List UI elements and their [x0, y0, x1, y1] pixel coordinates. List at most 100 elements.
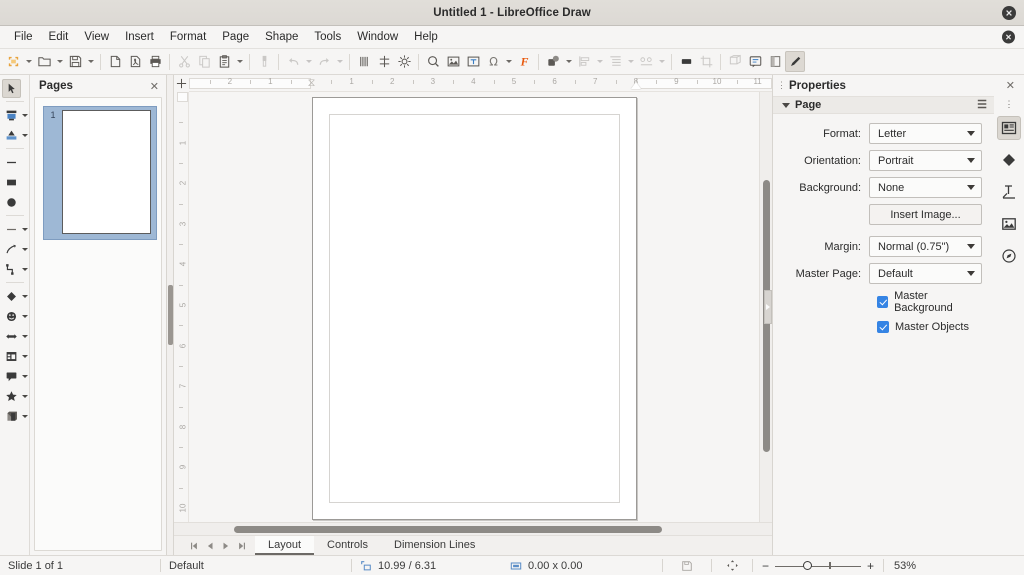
- display-grid-button[interactable]: [354, 51, 374, 72]
- viewport-split-handle[interactable]: [764, 290, 772, 324]
- page-format-dropdown[interactable]: Letter: [869, 123, 982, 144]
- crop-image-button[interactable]: [696, 51, 716, 72]
- insert-line-tool-button[interactable]: [2, 153, 21, 172]
- cut-button[interactable]: [174, 51, 194, 72]
- last-page-button[interactable]: [234, 538, 249, 554]
- next-page-button[interactable]: [218, 538, 233, 554]
- flowchart-dropdown[interactable]: [21, 347, 30, 366]
- open-file-button[interactable]: [34, 51, 54, 72]
- connectors-tool-button[interactable]: [2, 260, 21, 279]
- menu-window[interactable]: Window: [349, 28, 406, 46]
- curves-and-polygons-tool-button[interactable]: [2, 240, 21, 259]
- zoom-button[interactable]: [423, 51, 443, 72]
- master-page-dropdown[interactable]: Default: [869, 263, 982, 284]
- master-background-checkbox[interactable]: [877, 296, 888, 308]
- 3d-objects-dropdown[interactable]: [21, 407, 30, 426]
- toggle-extrusion-button[interactable]: [725, 51, 745, 72]
- callout-dropdown[interactable]: [21, 367, 30, 386]
- rectangle-tool-button[interactable]: [2, 173, 21, 192]
- insert-text-box-tool-button[interactable]: [2, 126, 21, 145]
- right-margin-indicator[interactable]: [631, 82, 641, 89]
- arrange-dropdown[interactable]: [625, 51, 636, 72]
- menu-insert[interactable]: Insert: [117, 28, 162, 46]
- zoom-level-cell[interactable]: 53%: [884, 556, 924, 575]
- insert-text-box-button[interactable]: [463, 51, 483, 72]
- ellipse-tool-button[interactable]: [2, 193, 21, 212]
- vertical-scrollbar[interactable]: [759, 92, 772, 522]
- horizontal-ruler[interactable]: 211234567891011⧖: [189, 75, 772, 92]
- shadow-button[interactable]: [676, 51, 696, 72]
- menu-view[interactable]: View: [76, 28, 117, 46]
- menu-page[interactable]: Page: [214, 28, 257, 46]
- zoom-slider-knob[interactable]: [803, 561, 812, 570]
- copy-button[interactable]: [194, 51, 214, 72]
- page-panel-header[interactable]: Page ☰: [773, 96, 994, 114]
- sidebar-settings-button[interactable]: ⋮: [1005, 100, 1014, 108]
- menu-file[interactable]: File: [6, 28, 41, 46]
- curves-dropdown[interactable]: [21, 240, 30, 259]
- panel-menu-icon[interactable]: ☰: [977, 100, 987, 110]
- open-file-dropdown[interactable]: [54, 51, 65, 72]
- 3d-objects-tool-button[interactable]: [2, 407, 21, 426]
- lines-and-arrows-tool-button[interactable]: [2, 220, 21, 239]
- clone-formatting-button[interactable]: [254, 51, 274, 72]
- redo-dropdown[interactable]: [334, 51, 345, 72]
- stars-and-banners-tool-button[interactable]: [2, 387, 21, 406]
- zoom-pan-tool-button[interactable]: [2, 106, 21, 125]
- select-tool-button[interactable]: [2, 79, 21, 98]
- save-dropdown[interactable]: [85, 51, 96, 72]
- menu-format[interactable]: Format: [162, 28, 214, 46]
- ruler-origin-button[interactable]: [174, 75, 189, 92]
- stars-dropdown[interactable]: [21, 387, 30, 406]
- zoom-in-button[interactable]: +: [866, 559, 875, 573]
- paste-button[interactable]: [214, 51, 234, 72]
- previous-page-button[interactable]: [202, 538, 217, 554]
- page-orientation-dropdown[interactable]: Portrait: [869, 150, 982, 171]
- fit-page-cell[interactable]: [712, 556, 752, 575]
- basic-shapes-dropdown[interactable]: [563, 51, 574, 72]
- page-thumbnail-1[interactable]: 1: [43, 106, 157, 240]
- sidebar-tab-navigator[interactable]: [997, 244, 1021, 268]
- paste-dropdown[interactable]: [234, 51, 245, 72]
- horizontal-scrollbar[interactable]: [174, 523, 759, 535]
- special-character-dropdown[interactable]: [503, 51, 514, 72]
- master-background-row[interactable]: Master Background: [877, 290, 982, 314]
- new-document-dropdown[interactable]: [23, 51, 34, 72]
- line-color-button[interactable]: [785, 51, 805, 72]
- distribute-dropdown[interactable]: [656, 51, 667, 72]
- redo-button[interactable]: [314, 51, 334, 72]
- undo-dropdown[interactable]: [303, 51, 314, 72]
- block-arrows-dropdown[interactable]: [21, 327, 30, 346]
- helplines-while-moving-button[interactable]: [394, 51, 414, 72]
- first-page-button[interactable]: [186, 538, 201, 554]
- snap-to-grid-button[interactable]: [374, 51, 394, 72]
- basic-shapes-button[interactable]: [543, 51, 563, 72]
- export-pdf-button[interactable]: [105, 51, 125, 72]
- zoom-out-button[interactable]: −: [761, 559, 770, 573]
- sidebar-tab-shapes[interactable]: [997, 148, 1021, 172]
- menu-edit[interactable]: Edit: [41, 28, 77, 46]
- close-document-button[interactable]: [1002, 31, 1015, 44]
- page-canvas[interactable]: [312, 97, 637, 520]
- insert-comment-button[interactable]: [745, 51, 765, 72]
- basic-shapes-dropdown[interactable]: [21, 287, 30, 306]
- window-close-button[interactable]: [1002, 6, 1016, 20]
- basic-shapes-tool-button[interactable]: [2, 287, 21, 306]
- pages-panel-close-button[interactable]: ✕: [150, 80, 159, 93]
- insert-fontwork-button[interactable]: F: [514, 51, 534, 72]
- new-document-button[interactable]: [3, 51, 23, 72]
- menu-shape[interactable]: Shape: [257, 28, 306, 46]
- text-box-dropdown[interactable]: [21, 126, 30, 145]
- menu-tools[interactable]: Tools: [306, 28, 349, 46]
- callout-shapes-tool-button[interactable]: [2, 367, 21, 386]
- flowchart-tool-button[interactable]: [2, 347, 21, 366]
- zoom-slider-track[interactable]: [775, 561, 861, 571]
- zoom-pan-dropdown[interactable]: [21, 106, 30, 125]
- symbol-shapes-tool-button[interactable]: [2, 307, 21, 326]
- layer-tab-layout[interactable]: Layout: [255, 536, 314, 555]
- sidebar-tab-properties[interactable]: [997, 116, 1021, 140]
- save-status-cell[interactable]: [663, 556, 711, 575]
- connectors-dropdown[interactable]: [21, 260, 30, 279]
- block-arrows-tool-button[interactable]: [2, 327, 21, 346]
- save-button[interactable]: [65, 51, 85, 72]
